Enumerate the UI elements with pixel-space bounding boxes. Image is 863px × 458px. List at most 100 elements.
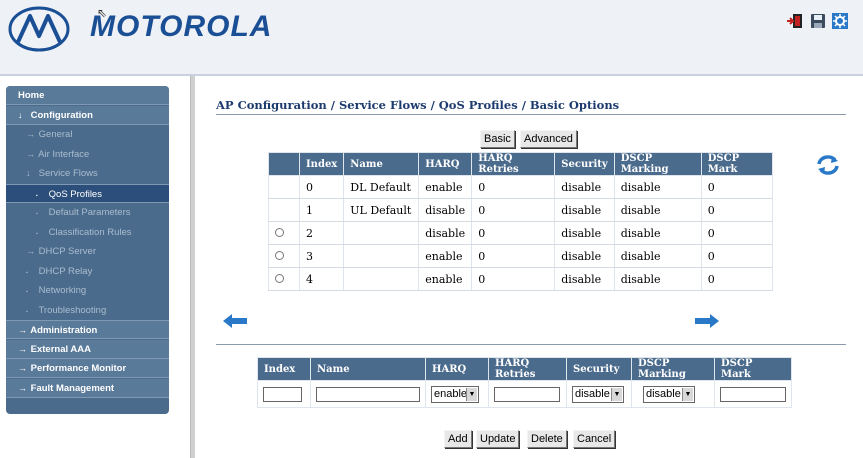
cell-dscp-mark: 0 <box>700 198 773 222</box>
arrow-right-icon: → <box>18 363 27 373</box>
row-radio-button[interactable] <box>275 273 284 283</box>
sidebar-item-label: Home <box>18 90 45 101</box>
cell-dscp-mark: 0 <box>700 221 773 245</box>
refresh-icon[interactable] <box>815 154 841 176</box>
add-button[interactable]: Add <box>444 430 472 448</box>
sidebar-item-troubleshooting[interactable]: ▪ Troubleshooting <box>6 301 169 320</box>
row-select-cell <box>268 198 300 222</box>
logout-icon[interactable] <box>787 13 803 29</box>
arrow-right-icon: → <box>26 246 35 256</box>
row-radio-button[interactable] <box>275 227 284 237</box>
sidebar-item-label: Troubleshooting <box>38 304 107 316</box>
form-header-harq-retries: HARQ Retries <box>488 357 567 381</box>
page-title: AP Configuration / Service Flows / QoS P… <box>216 98 620 112</box>
cell-name <box>343 221 420 245</box>
delete-button[interactable]: Delete <box>527 430 567 448</box>
cell-name <box>343 244 420 268</box>
table-row[interactable]: 3 enable 0 disable disable 0 <box>268 244 773 268</box>
sidebar-item-label: Default Parameters <box>48 207 131 218</box>
bullet-icon: ▪ <box>26 289 28 295</box>
sidebar-item-air-interface[interactable]: → Air Interface <box>6 145 169 164</box>
sidebar-item-label: Configuration <box>30 109 93 121</box>
cell-security: disable <box>554 244 615 268</box>
row-select-cell <box>268 267 300 291</box>
dropdown-arrow-icon: ▼ <box>682 387 693 401</box>
cell-name: UL Default <box>343 198 420 222</box>
dscp-mark-input[interactable] <box>720 386 786 402</box>
arrow-right-icon: → <box>26 129 35 139</box>
sidebar-item-service-flows[interactable]: ↓ Service Flows <box>6 164 169 183</box>
sidebar-item-label: General <box>38 129 73 140</box>
sidebar-item-label: Air Interface <box>38 148 90 160</box>
cell-harq-retries: 0 <box>471 198 556 222</box>
row-select-cell <box>268 221 300 245</box>
row-radio-button[interactable] <box>275 250 284 260</box>
sidebar-item-label: Administration <box>30 325 98 336</box>
sidebar-item-external-aaa[interactable]: → External AAA <box>6 339 169 359</box>
sidebar-item-home[interactable]: Home <box>6 86 169 105</box>
section-divider <box>216 344 846 345</box>
cell-dscp-mark: 0 <box>700 175 773 199</box>
settings-icon[interactable] <box>832 13 848 29</box>
save-icon[interactable] <box>810 13 826 29</box>
next-arrow-icon[interactable] <box>694 313 720 329</box>
form-header-security: Security <box>566 357 632 381</box>
sidebar-item-performance-monitor[interactable]: → Performance Monitor <box>6 359 169 378</box>
security-select-value: disable <box>575 387 610 400</box>
harq-retries-input[interactable] <box>494 386 560 402</box>
brand-name: MOTOROLA <box>90 10 273 43</box>
cell-harq-retries: 0 <box>471 244 556 268</box>
dscp-marking-select[interactable]: disable ▼ <box>643 385 695 403</box>
arrow-right-icon: → <box>18 343 27 354</box>
cell-dscp-marking: disable <box>613 267 702 291</box>
column-header-dscp-mark: DSCP Mark <box>700 152 773 176</box>
sidebar-item-default-parameters[interactable]: ▪ Default Parameters <box>6 203 169 222</box>
sidebar-item-label: Performance Monitor <box>30 363 127 374</box>
column-header-harq-retries: HARQ Retries <box>471 152 556 176</box>
dscp-marking-select-value: disable <box>646 387 681 400</box>
form-header-index: Index <box>257 357 311 381</box>
sidebar-item-label: Networking <box>38 285 87 296</box>
row-select-cell <box>268 175 300 199</box>
sidebar-item-dhcp-server[interactable]: → DHCP Server <box>6 242 169 261</box>
cell-dscp-mark: 0 <box>700 244 773 268</box>
form-header-dscp-marking: DSCP Marking <box>631 357 715 381</box>
cell-harq: disable <box>418 221 473 245</box>
sidebar-item-qos-profiles[interactable]: ▪ QoS Profiles <box>6 183 169 203</box>
tab-advanced[interactable]: Advanced <box>520 130 577 148</box>
cell-index: 2 <box>298 221 345 245</box>
sidebar-item-label: DHCP Server <box>38 246 97 257</box>
mouse-cursor-icon: ⇖ <box>97 6 108 20</box>
name-input[interactable] <box>316 386 420 402</box>
table-row[interactable]: 4 enable 0 disable disable 0 <box>268 267 773 291</box>
table-row[interactable]: 1 UL Default disable 0 disable disable 0 <box>268 198 773 222</box>
cell-harq: enable <box>418 175 473 199</box>
sidebar-item-classification-rules[interactable]: ▪ Classification Rules <box>6 223 169 242</box>
sidebar-item-administration[interactable]: → Administration <box>6 320 169 339</box>
frame-divider[interactable] <box>190 76 195 458</box>
prev-arrow-icon[interactable] <box>222 313 248 329</box>
sidebar-item-networking[interactable]: ▪ Networking <box>6 281 169 300</box>
cell-name: DL Default <box>343 175 420 199</box>
column-header-index: Index <box>298 152 345 176</box>
table-row[interactable]: 2 disable 0 disable disable 0 <box>268 221 773 245</box>
cell-harq: disable <box>418 198 473 222</box>
arrow-right-icon: → <box>18 325 27 335</box>
arrow-right-icon: → <box>26 148 35 159</box>
harq-select[interactable]: enable ▼ <box>431 385 479 403</box>
sidebar-item-dhcp-relay[interactable]: ▪ DHCP Relay <box>6 262 169 281</box>
cell-index: 0 <box>298 175 345 199</box>
index-input[interactable] <box>263 386 302 402</box>
cell-dscp-marking: disable <box>613 221 702 245</box>
security-select[interactable]: disable ▼ <box>572 385 624 403</box>
tab-basic[interactable]: Basic <box>480 130 515 148</box>
cancel-button[interactable]: Cancel <box>573 430 616 448</box>
cell-security: disable <box>554 267 615 291</box>
sidebar-item-fault-management[interactable]: → Fault Management <box>6 378 169 398</box>
sidebar-item-general[interactable]: → General <box>6 125 169 144</box>
bullet-icon: ▪ <box>36 211 38 217</box>
update-button[interactable]: Update <box>476 430 520 448</box>
form-header-row: Index Name HARQ HARQ Retries Security DS… <box>257 357 792 381</box>
sidebar-item-configuration[interactable]: ↓ Configuration <box>6 105 169 125</box>
table-row[interactable]: 0 DL Default enable 0 disable disable 0 <box>268 175 773 199</box>
